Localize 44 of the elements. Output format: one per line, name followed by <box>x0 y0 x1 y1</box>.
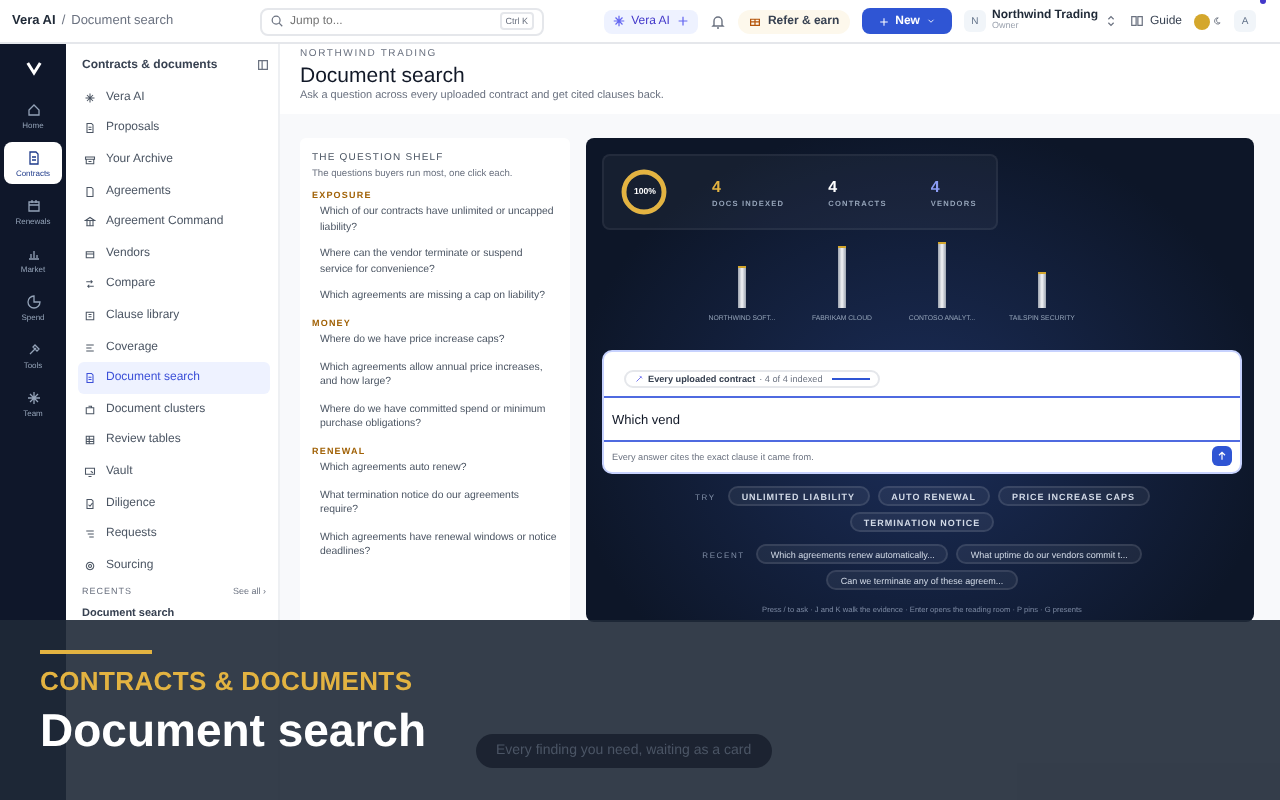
archive-icon <box>84 153 96 166</box>
plus-icon <box>877 15 890 27</box>
caption-title: Document search <box>40 704 427 758</box>
document-icon <box>84 372 96 385</box>
list-icon <box>84 528 96 541</box>
theme-toggle[interactable] <box>1194 13 1222 29</box>
send-button[interactable] <box>1212 446 1232 466</box>
sparkle-icon <box>611 14 626 28</box>
caret-icon <box>925 16 936 26</box>
vendor-bar <box>1038 272 1046 308</box>
stat-value: 4 <box>930 177 942 195</box>
page-title: Document search <box>300 64 467 88</box>
logo-icon <box>23 58 43 78</box>
collapse-icon[interactable] <box>256 58 270 72</box>
document-check-icon <box>84 497 96 510</box>
vendor-bar <box>738 266 746 308</box>
monitor-icon <box>84 465 96 478</box>
document-icon <box>84 122 96 135</box>
document-icon <box>25 149 41 165</box>
list-icon <box>84 341 96 354</box>
building-icon <box>84 216 96 229</box>
sparkle-icon <box>25 389 41 405</box>
stat-value: 4 <box>712 177 723 195</box>
swap-icon <box>84 278 96 291</box>
briefcase-icon <box>84 403 96 416</box>
sparkle-icon <box>84 91 96 104</box>
vendor-bar <box>938 242 946 308</box>
caption-eyebrow: CONTRACTS & DOCUMENTS <box>40 666 415 696</box>
home-icon <box>25 101 41 117</box>
document-icon <box>84 185 96 198</box>
vendor-bar <box>838 246 846 308</box>
pie-chart-icon <box>25 293 41 309</box>
plus-icon <box>675 14 690 28</box>
table-icon <box>84 434 96 447</box>
arrow-up-icon <box>1216 450 1228 462</box>
wrench-icon <box>25 341 41 357</box>
search-icon <box>270 14 284 28</box>
bar-chart-icon <box>25 245 41 261</box>
moon-icon <box>1212 16 1222 26</box>
gift-icon <box>747 14 762 28</box>
chevron-updown-icon <box>1103 14 1118 28</box>
bell-icon[interactable] <box>709 13 726 29</box>
calendar-icon <box>25 197 41 213</box>
stat-value: 4 <box>828 177 840 195</box>
